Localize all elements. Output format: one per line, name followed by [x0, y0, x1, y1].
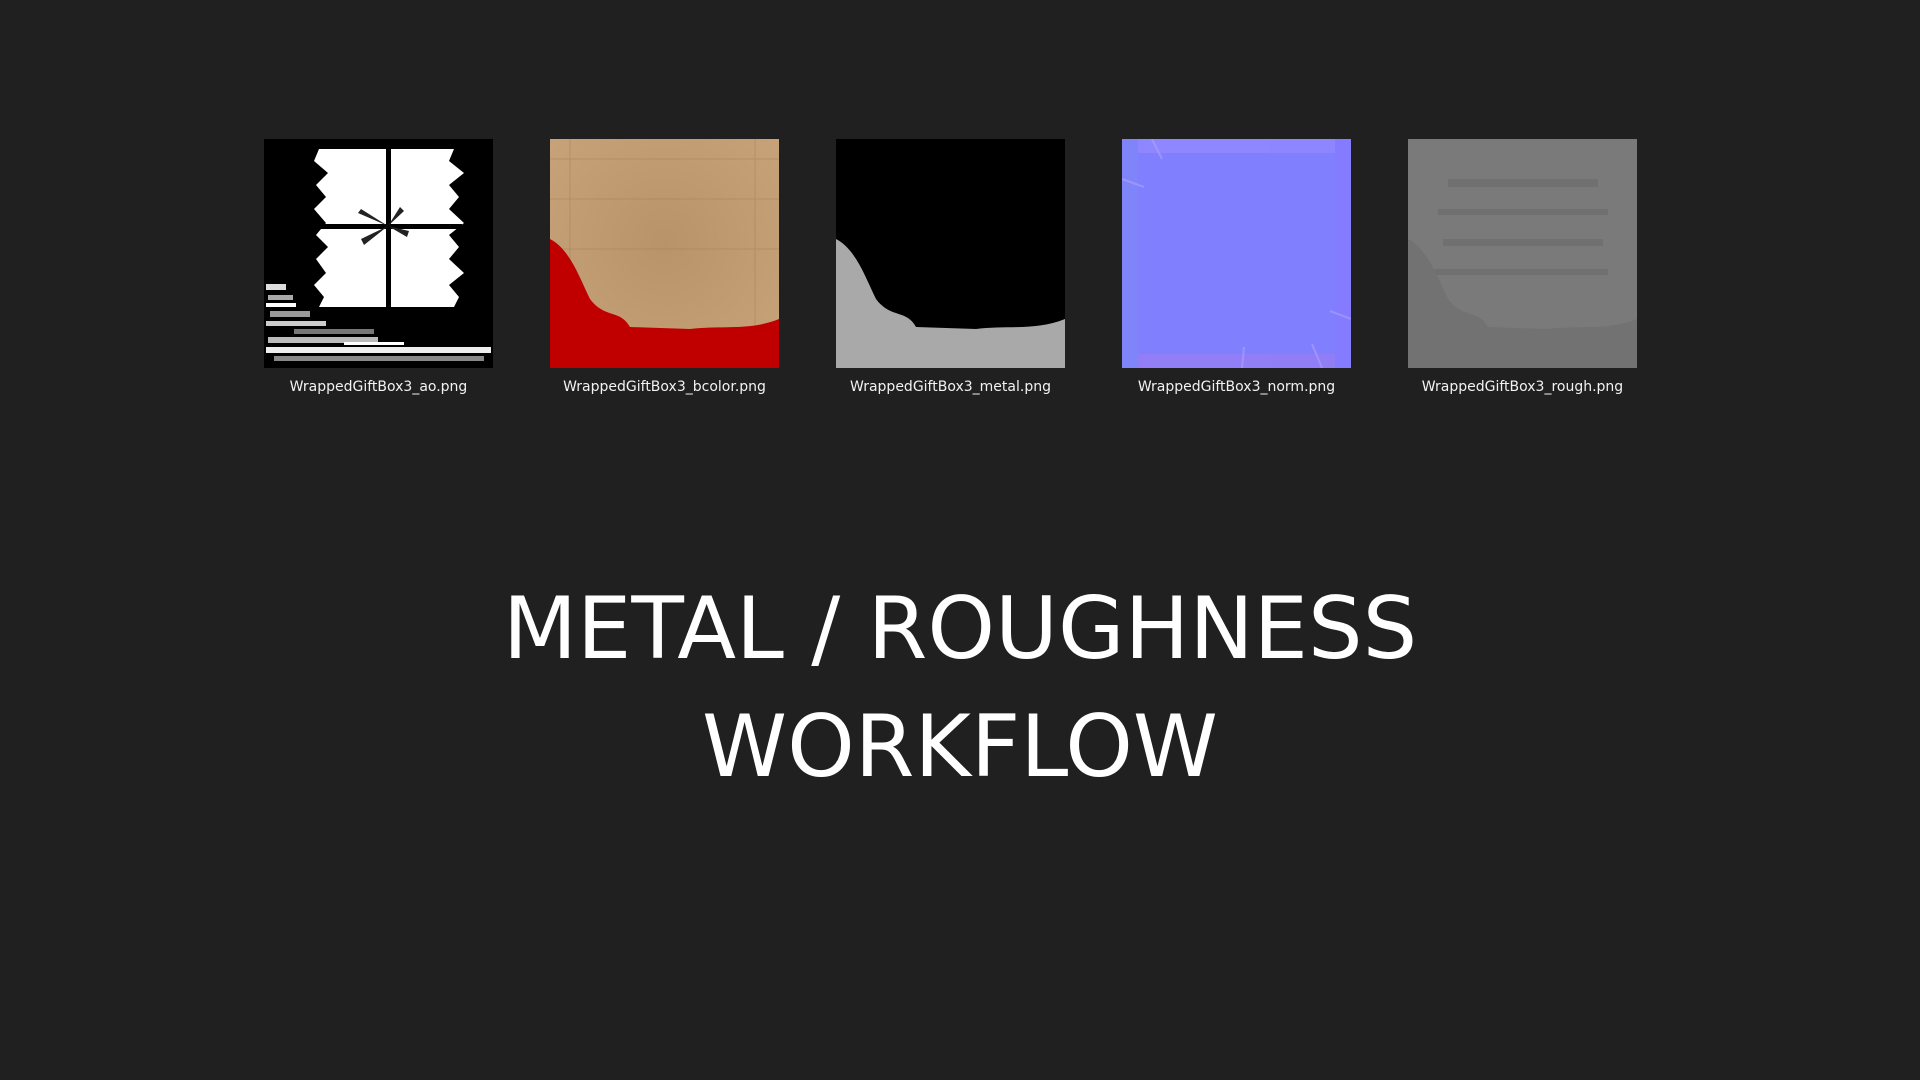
thumbnail-filename: WrappedGiftBox3_rough.png	[1421, 379, 1624, 395]
ao-map-image[interactable]	[264, 139, 493, 368]
thumbnail-bcolor[interactable]: WrappedGiftBox3_bcolor.png	[550, 139, 779, 395]
roughness-map-image[interactable]	[1408, 139, 1637, 368]
metal-map-image[interactable]	[836, 139, 1065, 368]
thumbnail-filename: WrappedGiftBox3_metal.png	[850, 379, 1051, 395]
heading-line-2: WORKFLOW	[702, 697, 1218, 797]
workflow-heading: METAL / ROUGHNESS WORKFLOW	[0, 570, 1920, 806]
thumbnail-ao[interactable]: WrappedGiftBox3_ao.png	[264, 139, 493, 395]
thumbnail-filename: WrappedGiftBox3_norm.png	[1137, 379, 1336, 395]
basecolor-map-image[interactable]	[550, 139, 779, 368]
heading-line-1: METAL / ROUGHNESS	[502, 579, 1418, 679]
thumbnail-metal[interactable]: WrappedGiftBox3_metal.png	[836, 139, 1065, 395]
thumbnail-norm[interactable]: WrappedGiftBox3_norm.png	[1122, 139, 1351, 395]
texture-thumbnail-row: WrappedGiftBox3_ao.png WrappedGiftBox3_b…	[0, 0, 1920, 420]
normal-map-image[interactable]	[1122, 139, 1351, 368]
thumbnail-filename: WrappedGiftBox3_bcolor.png	[563, 379, 766, 395]
thumbnail-filename: WrappedGiftBox3_ao.png	[289, 379, 468, 395]
thumbnail-rough[interactable]: WrappedGiftBox3_rough.png	[1408, 139, 1637, 395]
slide: WrappedGiftBox3_ao.png WrappedGiftBox3_b…	[0, 0, 1920, 1080]
